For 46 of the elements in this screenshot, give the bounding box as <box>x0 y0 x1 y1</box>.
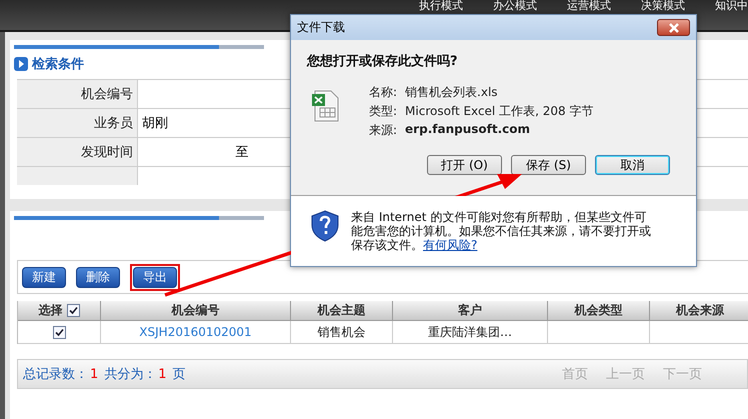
column-header: 客户 <box>393 301 548 321</box>
checkbox[interactable] <box>66 304 80 317</box>
toolbar-button[interactable]: 删除 <box>76 266 120 288</box>
nav-link[interactable]: 执行模式 <box>419 0 463 12</box>
dialog-title: 文件下载 <box>297 19 345 36</box>
table-cell: 重庆陆洋集团… <box>428 324 512 340</box>
page-count: 1 <box>158 366 167 382</box>
pages-unit: 页 <box>172 366 186 383</box>
total-label: 总记录数： <box>23 366 88 383</box>
info-label: 来源: <box>369 122 398 139</box>
field-label: 发现时间 <box>17 138 138 166</box>
dialog-button[interactable]: 打开 (O) <box>427 155 502 175</box>
risk-link[interactable]: 有何风险? <box>423 238 478 252</box>
close-button[interactable] <box>657 19 690 36</box>
toolbar-button[interactable]: 导出 <box>133 266 177 288</box>
pages-label: 共分为： <box>104 366 156 383</box>
column-header: 机会编号 <box>101 301 291 321</box>
play-icon <box>14 57 28 71</box>
nav-link[interactable]: 知识中 <box>715 0 748 12</box>
panel-title: 检索条件 <box>32 56 84 73</box>
dialog-question: 您想打开或保存此文件吗? <box>307 52 459 70</box>
dialog-button[interactable]: 保存 (S) <box>511 155 586 175</box>
field-label: 机会编号 <box>17 80 138 108</box>
info-label: 类型: <box>369 103 398 120</box>
column-header: 机会主题 <box>291 301 393 321</box>
checkbox[interactable] <box>52 326 66 338</box>
nav-link[interactable]: 运营模式 <box>567 0 611 12</box>
nav-link[interactable]: 决策模式 <box>641 0 685 12</box>
warning-text: 来自 Internet 的文件可能对您有所帮助，但某些文件可能危害您的计算机。如果您不信任其来源，请不要打开或保存该文件。有何风险? <box>351 210 651 252</box>
nav-link[interactable]: 办公模式 <box>493 0 537 12</box>
info-value: erp.fanpusoft.com <box>405 122 532 138</box>
table-cell: 销售机会 <box>318 324 366 340</box>
field-label: 业务员 <box>17 109 138 137</box>
dialog-button[interactable]: 取消 <box>595 155 670 175</box>
column-header: 选择 <box>18 301 101 321</box>
column-header: 机会类型 <box>548 301 650 321</box>
close-icon <box>668 22 678 32</box>
total-count: 1 <box>90 366 98 382</box>
toolbar-button[interactable]: 新建 <box>22 266 66 288</box>
spreadsheet-file-icon <box>311 90 341 122</box>
info-value: 销售机会列表.xls <box>405 84 499 101</box>
column-header: 机会来源 <box>650 301 748 321</box>
shield-icon <box>311 210 339 242</box>
record-link[interactable]: XSJH20160102001 <box>139 325 252 339</box>
info-value: Microsoft Excel 工作表, 208 字节 <box>405 103 594 120</box>
info-label: 名称: <box>369 84 398 101</box>
